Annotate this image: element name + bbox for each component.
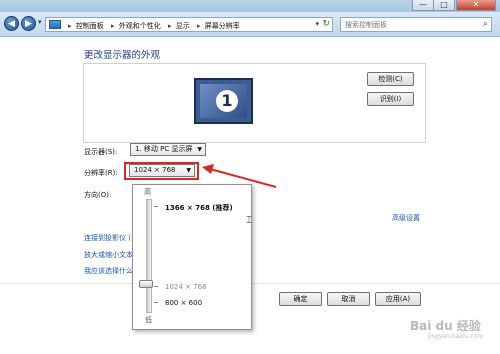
search-icon[interactable]: ⌕ <box>483 19 488 29</box>
page-title: 更改显示器的外观 <box>84 50 161 61</box>
connect-projector-link[interactable]: 连接到投影仪 ( <box>84 233 131 243</box>
control-panel-window: — □ ✕ ◀ ▶ ▾ ▸ 控制面板 ▸ 外观和个性化 ▸ 显示 ▸ 屏幕分辨率… <box>0 0 500 354</box>
resolution-slider-track[interactable] <box>146 199 152 313</box>
resolution-option[interactable]: 800 × 600 <box>165 299 202 307</box>
address-dropdown-icon[interactable]: ▾ <box>315 20 319 28</box>
display-label: 显示器(S): <box>84 148 118 156</box>
text-size-link[interactable]: 放大或缩小文本 <box>84 250 133 260</box>
refresh-icon[interactable]: ↻ <box>322 19 330 29</box>
breadcrumb-separator-icon: ▸ <box>196 22 201 30</box>
cancel-button[interactable]: 取消 <box>327 292 370 306</box>
resolution-option[interactable]: 1024 × 768 <box>165 283 207 291</box>
breadcrumb-separator-icon: ▸ <box>167 22 172 30</box>
control-panel-icon <box>49 20 61 29</box>
slider-tick <box>154 302 158 303</box>
resolution-label: 分辨率(R): <box>84 169 118 177</box>
monitor-icon[interactable]: 1 <box>194 78 253 124</box>
history-dropdown-icon[interactable]: ▾ <box>38 18 42 26</box>
breadcrumb-item[interactable]: 外观和个性化 <box>119 22 161 30</box>
mouse-cursor-icon: ⌶ <box>246 215 252 226</box>
breadcrumb-separator-icon: ▸ <box>110 22 115 30</box>
forward-button[interactable]: ▶ <box>21 16 36 31</box>
breadcrumb-item[interactable]: 显示 <box>176 22 190 30</box>
slider-tick <box>154 206 158 207</box>
resolution-option[interactable]: 1366 × 768 (推荐) <box>165 203 233 213</box>
close-button[interactable]: ✕ <box>456 0 496 11</box>
resolution-dropdown: 高 低 1366 × 768 (推荐) 1024 × 768 800 × 600 <box>132 184 252 330</box>
watermark-url: jingyan.baidu.com <box>428 333 484 340</box>
watermark-logo: Bai du 经验 <box>410 319 481 333</box>
monitor-preview-area: 1 检测(C) 识别(I) <box>83 63 426 143</box>
slider-low-label: 低 <box>145 316 152 324</box>
navigation-bar: ◀ ▶ ▾ ▸ 控制面板 ▸ 外观和个性化 ▸ 显示 ▸ 屏幕分辨率 ▾ ↻ ⌕ <box>0 12 500 37</box>
breadcrumb-item[interactable]: 控制面板 <box>76 22 104 30</box>
address-bar[interactable]: ▸ 控制面板 ▸ 外观和个性化 ▸ 显示 ▸ 屏幕分辨率 ▾ ↻ <box>45 17 333 32</box>
back-button[interactable]: ◀ <box>4 16 19 31</box>
chevron-down-icon: ▼ <box>197 146 202 153</box>
breadcrumb-item[interactable]: 屏幕分辨率 <box>205 22 240 30</box>
slider-high-label: 高 <box>144 188 151 196</box>
maximize-button[interactable]: □ <box>433 0 455 11</box>
orientation-label: 方向(O): <box>84 191 112 199</box>
identify-button[interactable]: 识别(I) <box>367 92 414 106</box>
display-settings-help-link[interactable]: 我应该选择什么 <box>84 266 133 276</box>
highlight-annotation <box>124 162 199 180</box>
minimize-button[interactable]: — <box>412 0 434 11</box>
breadcrumb: ▸ 控制面板 ▸ 外观和个性化 ▸ 显示 ▸ 屏幕分辨率 <box>65 21 242 31</box>
apply-button[interactable]: 应用(A) <box>375 292 421 306</box>
advanced-settings-link[interactable]: 高级设置 <box>392 213 420 223</box>
detect-button[interactable]: 检测(C) <box>367 72 414 86</box>
slider-tick <box>154 286 158 287</box>
display-select-value: 1. 移动 PC 显示屏 <box>135 145 193 153</box>
display-select[interactable]: 1. 移动 PC 显示屏 ▼ <box>130 143 206 156</box>
search-box[interactable]: ⌕ <box>340 17 492 32</box>
resolution-slider-thumb[interactable] <box>139 280 153 288</box>
ok-button[interactable]: 确定 <box>279 292 322 306</box>
breadcrumb-separator-icon: ▸ <box>68 22 72 30</box>
search-input[interactable] <box>345 20 465 30</box>
monitor-number: 1 <box>216 90 238 112</box>
monitor-screen: 1 <box>200 84 247 118</box>
